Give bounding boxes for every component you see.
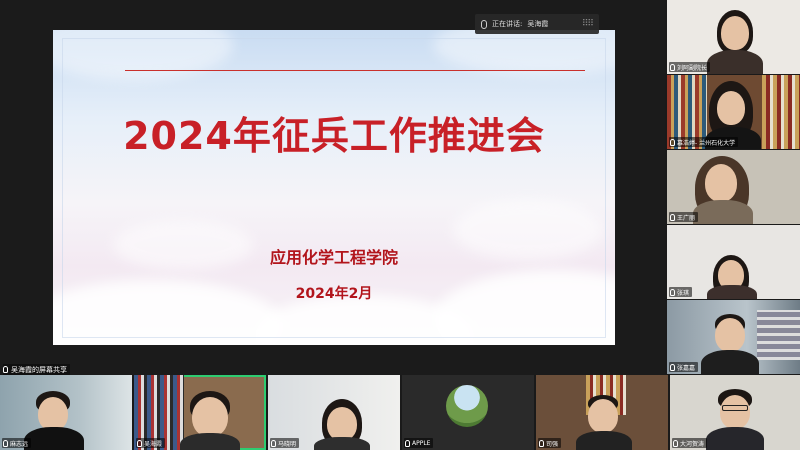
mic-icon <box>271 439 276 447</box>
mic-icon <box>137 439 142 447</box>
participant-name-tag: APPLE <box>404 438 434 448</box>
screen-share-label: 吴海霞的屏幕共享 <box>3 364 70 375</box>
participant-tile[interactable]: 麻志远 <box>0 375 132 450</box>
participant-tile[interactable]: 司强 <box>536 375 668 450</box>
participant-tile[interactable]: 马晓明 <box>268 375 400 450</box>
shared-screen: 2024年征兵工作推进会 应用化学工程学院 2024年2月 正在讲话: 吴海霞 … <box>0 0 665 375</box>
mic-icon <box>405 439 410 447</box>
participant-tile[interactable]: 大河贺涛 <box>670 375 800 450</box>
speaking-indicator[interactable]: 正在讲话: 吴海霞 ⠿⠿ <box>475 14 599 34</box>
participant-name-tag: 大河贺涛 <box>672 438 708 448</box>
mic-icon <box>673 439 678 447</box>
participant-name-tag: 吴海霞 <box>136 438 166 448</box>
participant-column: 刘阿副院长 慕浩婷- 兰州石化大学 王广丽 张琪 张嘉嘉 <box>667 0 800 375</box>
participant-name-tag: 慕浩婷- 兰州石化大学 <box>669 137 739 147</box>
mic-icon <box>481 19 487 29</box>
participant-name-tag: 刘阿副院长 <box>669 62 711 72</box>
mic-icon <box>3 366 8 373</box>
drag-handle-icon[interactable]: ⠿⠿ <box>582 19 594 29</box>
participant-tile[interactable]: 张嘉嘉 <box>667 300 800 374</box>
mic-icon <box>670 363 675 371</box>
participant-tile[interactable]: APPLE <box>402 375 534 450</box>
participant-tile[interactable]: 慕浩婷- 兰州石化大学 <box>667 75 800 149</box>
mic-icon <box>539 439 544 447</box>
participant-row: 麻志远 吴海霞 马晓明 APPLE 司强 大河贺涛 <box>0 375 800 450</box>
mic-icon <box>670 288 675 296</box>
participant-name-tag: 司强 <box>538 438 562 448</box>
participant-tile[interactable]: 张琪 <box>667 225 800 299</box>
participant-name-tag: 麻志远 <box>2 438 32 448</box>
slide-date: 2024年2月 <box>295 286 373 302</box>
glasses <box>722 405 748 411</box>
mic-icon <box>670 213 675 221</box>
slide-subtitle: 应用化学工程学院 <box>269 248 398 267</box>
screen-share-owner: 吴海霞的屏幕共享 <box>11 365 67 374</box>
avatar <box>446 385 488 427</box>
participant-name-tag: 王广丽 <box>669 212 699 222</box>
presentation-slide: 2024年征兵工作推进会 应用化学工程学院 2024年2月 <box>53 30 615 345</box>
participant-name-tag: 张琪 <box>669 287 693 297</box>
mic-icon <box>670 138 675 146</box>
slide-title: 2024年征兵工作推进会 <box>123 114 545 158</box>
speaking-name: 吴海霞 <box>527 20 549 28</box>
participant-tile[interactable]: 王广丽 <box>667 150 800 224</box>
speaking-label: 正在讲话: <box>492 20 523 28</box>
participant-name-tag: 马晓明 <box>270 438 300 448</box>
mic-icon <box>670 63 675 71</box>
participant-tile-active[interactable]: 吴海霞 <box>134 375 266 450</box>
participant-name-tag: 张嘉嘉 <box>669 362 699 372</box>
mic-icon <box>3 439 8 447</box>
participant-tile[interactable]: 刘阿副院长 <box>667 0 800 74</box>
slide-red-rule <box>125 70 585 71</box>
